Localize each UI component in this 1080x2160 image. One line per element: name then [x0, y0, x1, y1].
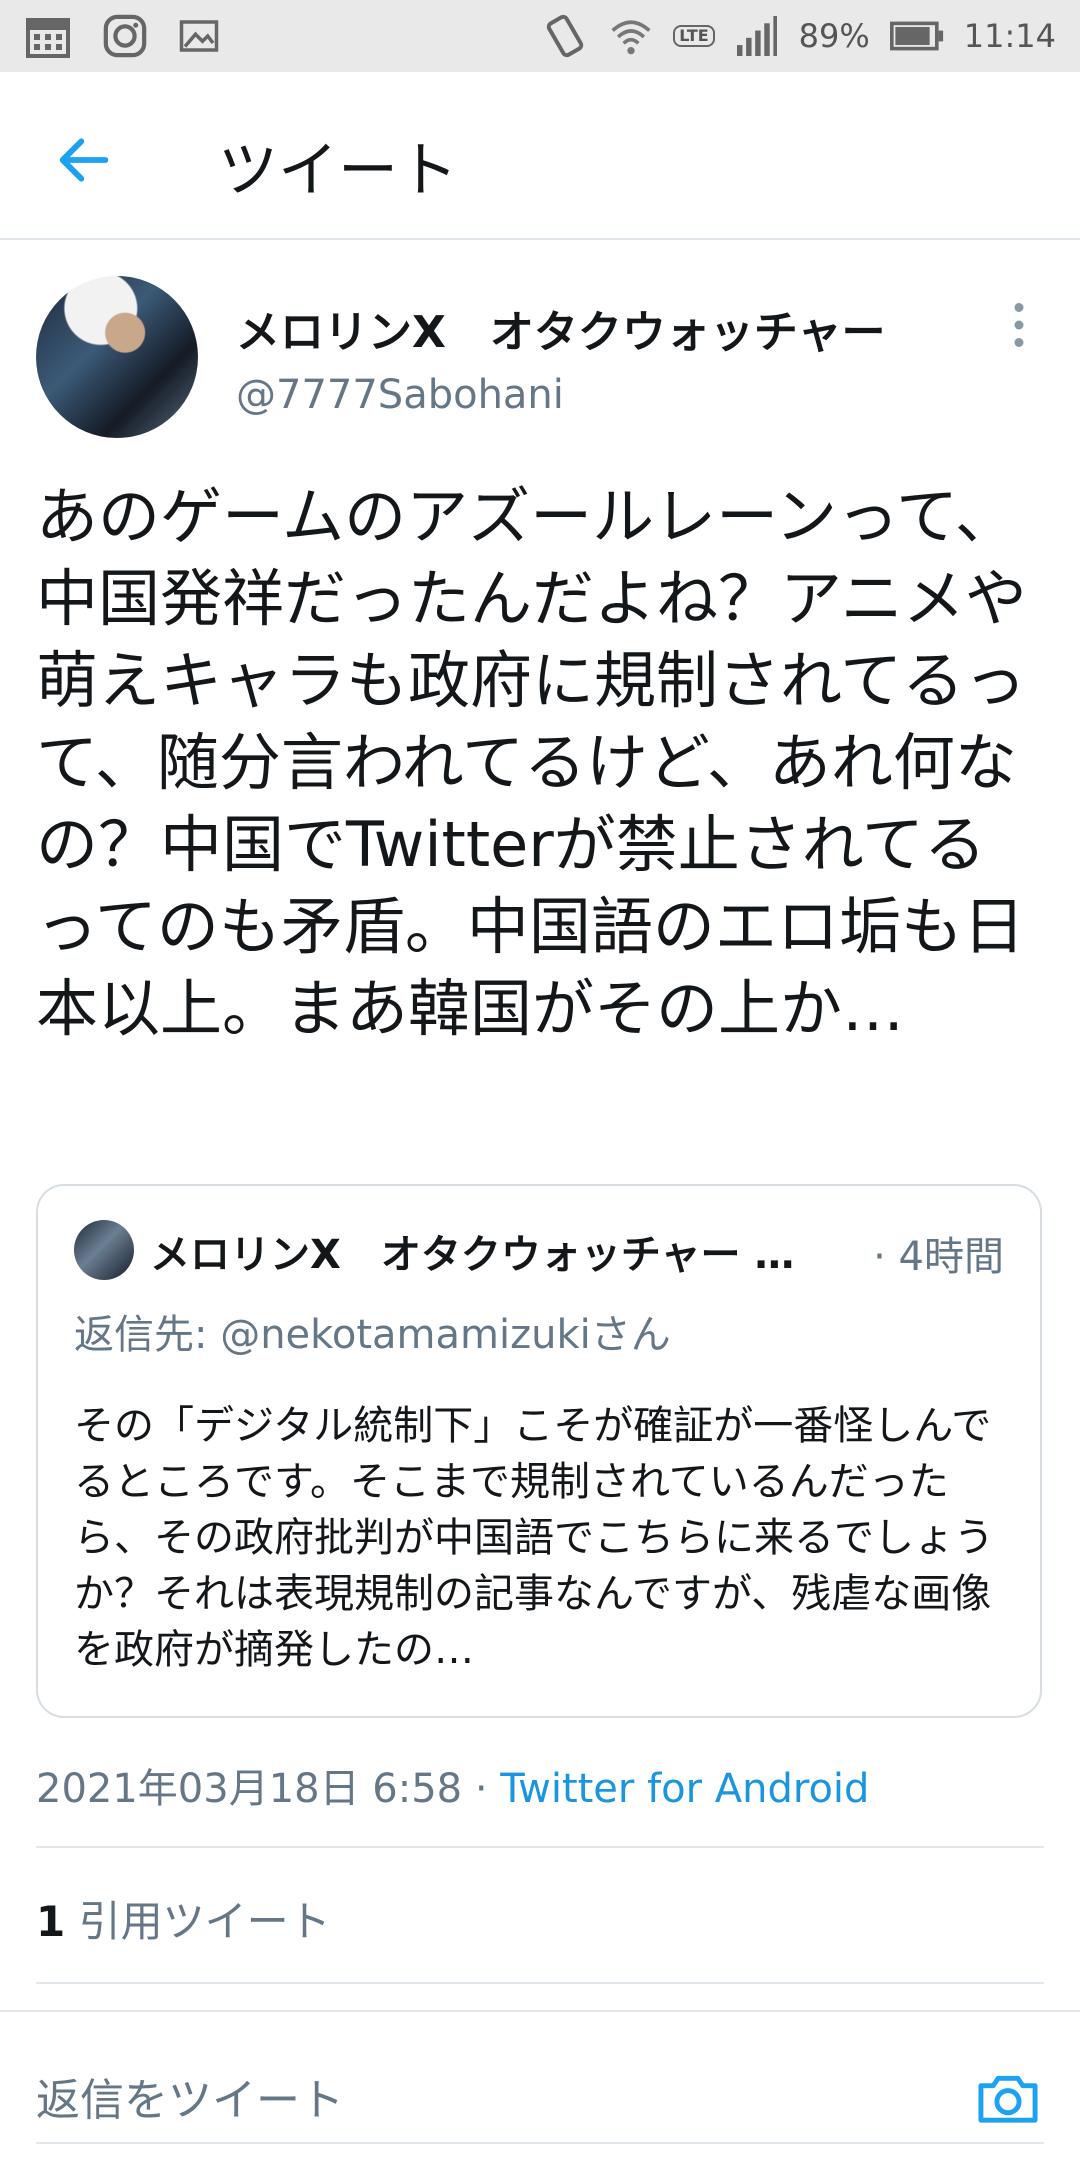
gallery-icon — [178, 15, 220, 57]
status-bar: LTE 89% 11:14 — [0, 0, 1080, 72]
author-handle[interactable]: @7777Sabohani — [236, 372, 564, 418]
back-button[interactable] — [52, 128, 116, 192]
author-display-name[interactable]: メロリンX オタクウォッチャー — [236, 296, 885, 360]
more-options-button[interactable] — [1004, 300, 1034, 350]
calendar-icon — [24, 12, 72, 60]
more-vertical-icon — [1014, 303, 1024, 347]
quoted-display-name: メロリンX オタクウォッチャー … — [150, 1232, 795, 1278]
quote-tweets-count[interactable]: 1 引用ツイート — [36, 1888, 331, 1949]
quoted-avatar — [74, 1220, 134, 1280]
battery-percent: 89% — [798, 17, 870, 55]
arrow-left-icon — [59, 138, 109, 182]
avatar[interactable] — [36, 276, 198, 438]
page-title: ツイート — [218, 136, 458, 206]
quoted-time: · 4時間 — [873, 1234, 1004, 1280]
battery-icon — [889, 21, 944, 51]
tweet-text: あのゲームのアズールレーンって、中国発祥だったんだよね？アニメや萌えキャラも政府… — [36, 480, 1027, 1045]
tweet-meta: 2021年03月18日 6:58 · Twitter for Android — [36, 1756, 869, 1814]
divider — [36, 1982, 1044, 1984]
app-header: ツイート — [0, 72, 1080, 240]
quoted-tweet-text: その「デジタル統制下」こそが確証が一番怪しんでるところです。そこまで規制されてい… — [74, 1403, 994, 1673]
camera-icon — [978, 2075, 1038, 2123]
volte-icon: LTE — [673, 25, 715, 47]
instagram-icon — [102, 13, 148, 59]
wifi-icon — [609, 14, 653, 58]
rotate-icon — [541, 12, 589, 60]
camera-button[interactable] — [976, 2068, 1040, 2128]
divider — [36, 2142, 1044, 2144]
tweet-client-link[interactable]: Twitter for Android — [500, 1766, 869, 1812]
quoted-tweet-card[interactable]: メロリンX オタクウォッチャー … · 4時間 返信先: @nekotamami… — [36, 1184, 1042, 1718]
meta-separator: · — [462, 1766, 501, 1812]
tweet-timestamp: 2021年03月18日 6:58 — [36, 1766, 463, 1812]
reply-input[interactable]: 返信をツイート — [36, 2064, 344, 2128]
divider — [36, 1846, 1044, 1848]
clock: 11:14 — [963, 17, 1056, 55]
signal-icon — [735, 16, 779, 56]
quoted-reply-to: 返信先: @nekotamamizukiさん — [74, 1312, 671, 1358]
reply-bar: 返信をツイート — [0, 2010, 1080, 2160]
quote-count-number: 1 — [36, 1897, 66, 1946]
quote-count-label: 引用ツイート — [78, 1897, 331, 1946]
